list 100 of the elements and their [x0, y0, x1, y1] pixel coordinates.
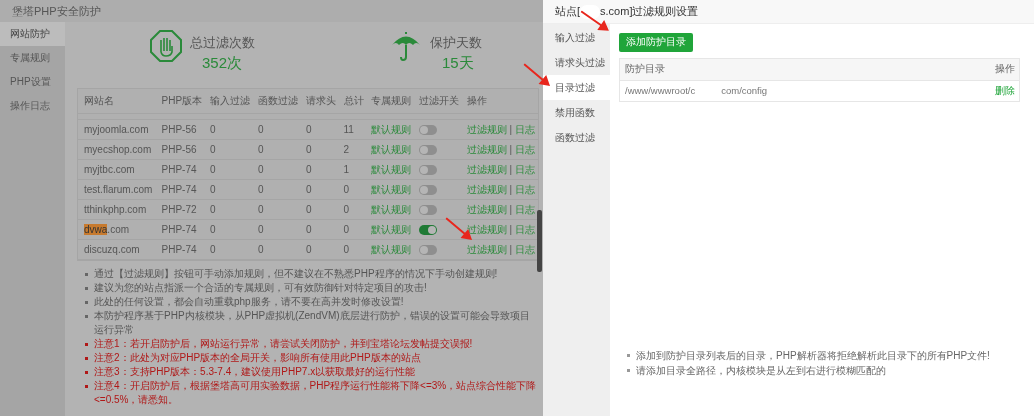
filter-rule-link[interactable]: 过滤规则 — [466, 143, 507, 155]
rule-link[interactable]: 默认规则 — [370, 223, 411, 235]
app-title: 堡塔PHP安全防护 — [0, 0, 543, 22]
filter-rule-link[interactable]: 过滤规则 — [466, 123, 507, 135]
delete-link[interactable]: 删除 — [995, 84, 1015, 96]
log-link[interactable]: 日志 — [514, 243, 535, 255]
table-cell: PHP-74 — [155, 179, 205, 200]
column-header: 总计 — [337, 89, 365, 114]
separator: | — [509, 143, 512, 155]
table-cell: myjoomla.com — [78, 119, 156, 140]
table-cell: 0 — [300, 199, 338, 220]
redaction-mark — [580, 4, 601, 19]
table-cell: 0 — [204, 159, 253, 180]
rule-link[interactable]: 默认规则 — [370, 203, 411, 215]
filter-rule-link[interactable]: 过滤规则 — [466, 203, 507, 215]
filter-toggle[interactable] — [418, 245, 437, 256]
table-cell: 0 — [337, 219, 365, 240]
table-cell: PHP-72 — [155, 199, 205, 220]
log-link[interactable]: 日志 — [514, 163, 535, 175]
filter-toggle[interactable] — [418, 205, 437, 216]
table-cell: 0 — [204, 179, 253, 200]
nav-tab[interactable]: 目录过滤 — [543, 75, 610, 100]
rule-link[interactable]: 默认规则 — [370, 183, 411, 195]
log-link[interactable]: 日志 — [514, 183, 535, 195]
table-cell: PHP-56 — [155, 139, 205, 160]
filter-toggle[interactable] — [418, 145, 437, 156]
table-cell: 0 — [252, 139, 300, 160]
table-cell: 0 — [300, 139, 338, 160]
log-link[interactable]: 日志 — [514, 123, 535, 135]
log-link[interactable]: 日志 — [514, 223, 535, 235]
table-cell: 0 — [337, 179, 365, 200]
column-header: 操作 — [460, 89, 538, 114]
filter-toggle[interactable] — [418, 165, 437, 176]
separator: | — [509, 183, 512, 195]
table-cell: 0 — [204, 219, 253, 240]
sidebar-item[interactable]: 专属规则 — [0, 46, 65, 70]
column-header: 过滤开关 — [412, 89, 461, 114]
table-cell: 0 — [204, 139, 253, 160]
nav-tab[interactable]: 禁用函数 — [543, 100, 610, 125]
sidebar-item[interactable]: PHP设置 — [0, 70, 65, 94]
note-text: 通过【过滤规则】按钮可手动添加规则，但不建议在不熟悉PHP程序的情况下手动创建规则! — [94, 267, 498, 281]
filter-rule-link[interactable]: 过滤规则 — [466, 163, 507, 175]
table-cell: 2 — [337, 139, 365, 160]
stat-value: 352次 — [202, 54, 244, 73]
rule-link[interactable]: 默认规则 — [370, 163, 411, 175]
log-link[interactable]: 日志 — [514, 143, 535, 155]
table-cell: 0 — [252, 159, 300, 180]
table-cell: 0 — [252, 199, 300, 220]
table-cell: 0 — [300, 219, 338, 240]
path-text: /www/wwwroot/c — [625, 85, 696, 97]
column-header: 函数过滤 — [252, 89, 300, 114]
table-cell: 1 — [337, 159, 365, 180]
note-text: 注意4：开启防护后，根据堡塔高可用实验数据，PHP程序运行性能将下降<=3%，站点综合性能下降<=0.5%，请悉知。 — [94, 379, 538, 407]
umbrella-icon — [390, 30, 422, 62]
nav-tab[interactable]: 输入过滤 — [543, 25, 610, 50]
sidebar-item[interactable]: 网站防护 — [0, 22, 65, 46]
table-cell: discuzq.com — [78, 239, 156, 260]
separator: | — [509, 223, 512, 235]
table-cell: PHP-74 — [155, 239, 205, 260]
filter-rule-link[interactable]: 过滤规则 — [466, 183, 507, 195]
separator: | — [509, 123, 512, 135]
dialog-title: s.com]过滤规则设置 — [600, 4, 699, 19]
table-cell: myjtbc.com — [78, 159, 156, 180]
table-cell: 11 — [337, 119, 365, 140]
table-cell: 0 — [204, 199, 253, 220]
note-text: 注意1：若开启防护后，网站运行异常，请尝试关闭防护，并到宝塔论坛发帖提交误报! — [94, 337, 473, 351]
table-cell: PHP-74 — [155, 219, 205, 240]
column-header: 网站名 — [78, 89, 156, 114]
stat-label: 保护天数 — [430, 34, 482, 52]
table-cell: tthinkphp.com — [78, 199, 156, 220]
column-header: 输入过滤 — [204, 89, 253, 114]
scrollbar[interactable] — [537, 210, 542, 272]
dialog-title: 站点[ — [555, 4, 581, 19]
table-cell: 0 — [204, 239, 253, 260]
filter-rule-link[interactable]: 过滤规则 — [466, 243, 507, 255]
rule-link[interactable]: 默认规则 — [370, 143, 411, 155]
filter-toggle[interactable] — [418, 125, 437, 136]
nav-tab[interactable]: 请求头过滤 — [543, 50, 610, 75]
filter-toggle[interactable] — [418, 225, 437, 236]
table-cell: 0 — [252, 119, 300, 140]
nav-tab[interactable]: 函数过滤 — [543, 125, 610, 150]
rule-link[interactable]: 默认规则 — [370, 243, 411, 255]
stat-value: 15天 — [442, 54, 475, 73]
note-text: 请添加目录全路径，内核模块是从左到右进行模糊匹配的 — [636, 364, 886, 378]
table-cell: 0 — [300, 119, 338, 140]
rule-link[interactable]: 默认规则 — [370, 123, 411, 135]
table-cell: PHP-56 — [155, 119, 205, 140]
note-text: 此处的任何设置，都会自动重载php服务，请不要在高并发时修改设置! — [94, 295, 404, 309]
log-link[interactable]: 日志 — [514, 203, 535, 215]
table-cell: 0 — [300, 159, 338, 180]
filter-toggle[interactable] — [418, 185, 437, 196]
separator: | — [509, 243, 512, 255]
sidebar-item[interactable]: 操作日志 — [0, 94, 65, 118]
table-cell: test.flarum.com — [78, 179, 156, 200]
filter-rule-link[interactable]: 过滤规则 — [466, 223, 507, 235]
add-directory-button[interactable]: 添加防护目录 — [619, 33, 693, 52]
path-text: com/config — [721, 85, 768, 97]
separator: | — [509, 203, 512, 215]
note-text: 注意2：此处为对应PHP版本的全局开关，影响所有使用此PHP版本的站点 — [94, 351, 421, 365]
column-header: 请求头 — [300, 89, 338, 114]
